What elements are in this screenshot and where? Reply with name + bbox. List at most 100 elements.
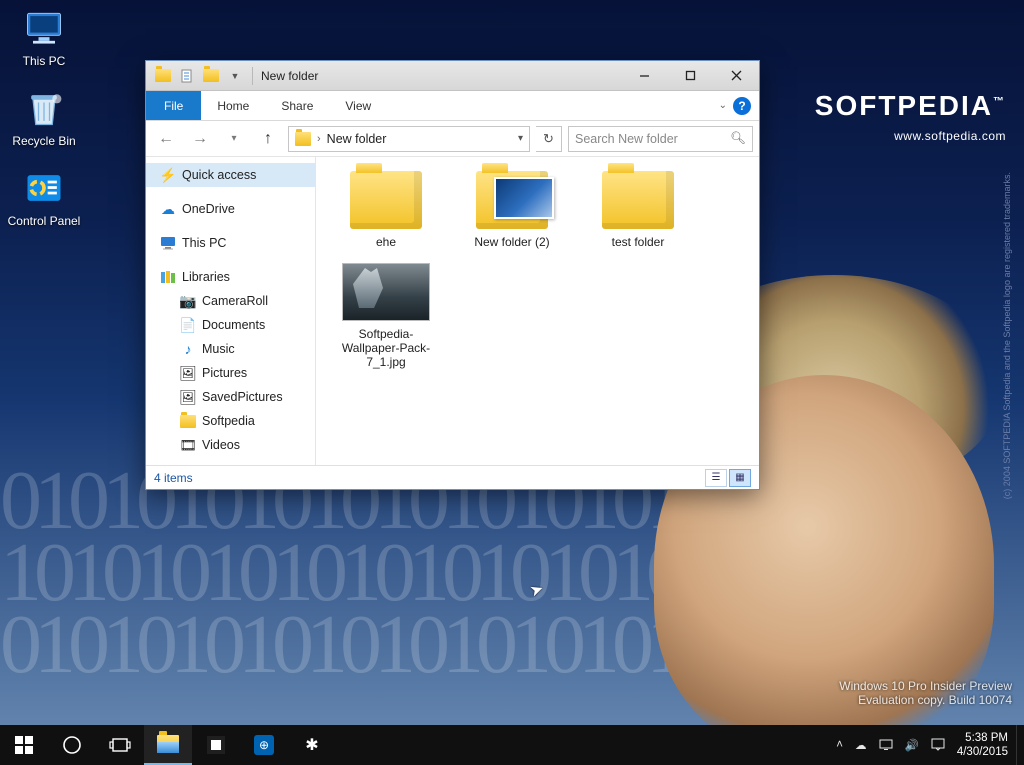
nav-onedrive[interactable]: ☁OneDrive bbox=[146, 197, 315, 221]
folder-item[interactable]: ehe bbox=[326, 167, 446, 253]
breadcrumb-path: New folder bbox=[327, 132, 387, 146]
pictures-icon: 🖼 bbox=[180, 365, 196, 381]
tray-notifications-icon[interactable] bbox=[931, 737, 945, 754]
nav-lib-cameraroll[interactable]: 📷CameraRoll bbox=[146, 289, 315, 313]
window-titlebar[interactable]: ▼ New folder bbox=[146, 61, 759, 91]
nav-lib-videos[interactable]: 🎞Videos bbox=[146, 433, 315, 457]
breadcrumb-folder-icon bbox=[295, 132, 311, 146]
tray-volume-icon[interactable]: 🔊 bbox=[905, 738, 919, 752]
nav-lib-softpedia[interactable]: Softpedia bbox=[146, 409, 315, 433]
document-icon: 📄 bbox=[180, 317, 196, 333]
item-label: test folder bbox=[582, 235, 694, 249]
camera-icon: 📷 bbox=[180, 293, 196, 309]
desktop-icon-label: Control Panel bbox=[6, 214, 82, 228]
nav-lib-savedpictures[interactable]: 🖼SavedPictures bbox=[146, 385, 315, 409]
wallpaper-brand: SOFTPEDIA™ www.softpedia.com (c) 2004 SO… bbox=[815, 92, 1006, 146]
address-bar: ← → ▾ ↑ › New folder ▾ ↻ Search New fold… bbox=[146, 121, 759, 157]
file-explorer-window: ▼ New folder File Home Share View ⌄ ? ← … bbox=[145, 60, 760, 490]
this-pc-icon bbox=[160, 235, 176, 251]
item-label: ehe bbox=[330, 235, 442, 249]
view-details-button[interactable]: ☰ bbox=[705, 469, 727, 487]
show-desktop-button[interactable] bbox=[1016, 725, 1024, 765]
qat-folder-icon[interactable] bbox=[152, 65, 174, 87]
tray-network-icon[interactable] bbox=[879, 737, 893, 754]
nav-lib-music[interactable]: ♪Music bbox=[146, 337, 315, 361]
folder-icon bbox=[180, 413, 196, 429]
qat-dropdown-icon[interactable]: ▼ bbox=[224, 65, 246, 87]
ribbon-tab-home[interactable]: Home bbox=[201, 91, 265, 120]
nav-up-button[interactable]: ↑ bbox=[254, 125, 282, 153]
ribbon-tab-view[interactable]: View bbox=[329, 91, 387, 120]
tray-onedrive-icon[interactable]: ☁ bbox=[855, 738, 867, 752]
taskbar-file-explorer[interactable] bbox=[144, 725, 192, 765]
breadcrumb-dropdown-icon[interactable]: ▾ bbox=[518, 133, 523, 144]
brand-url: www.softpedia.com bbox=[815, 127, 1006, 146]
nav-lib-documents[interactable]: 📄Documents bbox=[146, 313, 315, 337]
file-explorer-icon bbox=[157, 735, 179, 753]
file-list[interactable]: ehe New folder (2) test folder Softpedia… bbox=[316, 157, 759, 465]
desktop-icon-control-panel[interactable]: Control Panel bbox=[6, 166, 82, 228]
desktop[interactable]: 0101010101010101010101010101101010101010… bbox=[0, 0, 1024, 725]
gear-icon: ✱ bbox=[305, 735, 318, 755]
nav-forward-button[interactable]: → bbox=[186, 125, 214, 153]
globe-icon: ⊕ bbox=[254, 735, 274, 755]
window-title: New folder bbox=[253, 69, 318, 83]
desktop-icon-recycle-bin[interactable]: Recycle Bin bbox=[6, 86, 82, 148]
taskbar-store[interactable] bbox=[192, 725, 240, 765]
search-input[interactable]: Search New folder 🔍︎ bbox=[568, 126, 753, 152]
taskbar-app-blue[interactable]: ⊕ bbox=[240, 725, 288, 765]
image-item[interactable]: Softpedia-Wallpaper-Pack-7_1.jpg bbox=[326, 259, 446, 373]
cortana-search-button[interactable] bbox=[48, 725, 96, 765]
view-thumbnails-button[interactable]: ▦ bbox=[729, 469, 751, 487]
taskbar-app-settings[interactable]: ✱ bbox=[288, 725, 336, 765]
videos-icon: 🎞 bbox=[180, 437, 196, 453]
system-tray: ˄ ☁ 🔊 5:38 PM 4/30/2015 bbox=[826, 725, 1016, 765]
ribbon-expand-icon[interactable]: ⌄ bbox=[719, 100, 727, 111]
ribbon-tab-share[interactable]: Share bbox=[265, 91, 329, 120]
folder-item[interactable]: test folder bbox=[578, 167, 698, 253]
brand-copyright: (c) 2004 SOFTPEDIA Softpedia and the Sof… bbox=[1002, 172, 1012, 499]
recycle-bin-icon bbox=[22, 86, 66, 130]
this-pc-icon bbox=[22, 6, 66, 50]
nav-libraries[interactable]: Libraries bbox=[146, 265, 315, 289]
item-label: New folder (2) bbox=[456, 235, 568, 249]
qat-properties-icon[interactable] bbox=[176, 65, 198, 87]
desktop-icon-this-pc[interactable]: This PC bbox=[6, 6, 82, 68]
nav-history-dropdown[interactable]: ▾ bbox=[220, 125, 248, 153]
music-icon: ♪ bbox=[180, 341, 196, 357]
help-button[interactable]: ? bbox=[733, 97, 751, 115]
breadcrumb[interactable]: › New folder ▾ bbox=[288, 126, 530, 152]
folder-preview-icon bbox=[476, 171, 548, 229]
ribbon-file-tab[interactable]: File bbox=[146, 91, 201, 120]
image-thumbnail-icon bbox=[342, 263, 430, 321]
maximize-button[interactable] bbox=[667, 61, 713, 91]
start-button[interactable] bbox=[0, 725, 48, 765]
status-text: 4 items bbox=[154, 471, 193, 485]
desktop-icons: This PC Recycle Bin Control Panel bbox=[6, 6, 96, 246]
search-icon: 🔍︎ bbox=[730, 131, 746, 146]
nav-this-pc[interactable]: This PC bbox=[146, 231, 315, 255]
qat-new-folder-icon[interactable] bbox=[200, 65, 222, 87]
nav-lib-pictures[interactable]: 🖼Pictures bbox=[146, 361, 315, 385]
quick-access-icon: ⚡ bbox=[160, 167, 176, 183]
status-bar: 4 items ☰ ▦ bbox=[146, 465, 759, 489]
task-view-button[interactable] bbox=[96, 725, 144, 765]
brand-logo: SOFTPEDIA™ bbox=[815, 92, 1006, 121]
onedrive-icon: ☁ bbox=[160, 201, 176, 217]
minimize-button[interactable] bbox=[621, 61, 667, 91]
folder-icon bbox=[602, 171, 674, 229]
nav-quick-access[interactable]: ⚡Quick access bbox=[146, 163, 315, 187]
libraries-icon bbox=[160, 269, 176, 285]
folder-item[interactable]: New folder (2) bbox=[452, 167, 572, 253]
taskbar-clock[interactable]: 5:38 PM 4/30/2015 bbox=[957, 731, 1012, 759]
tray-overflow-icon[interactable]: ˄ bbox=[836, 739, 843, 751]
pictures-icon: 🖼 bbox=[180, 389, 196, 405]
item-label: Softpedia-Wallpaper-Pack-7_1.jpg bbox=[330, 327, 442, 369]
navigation-pane: ⚡Quick access ☁OneDrive This PC Librarie… bbox=[146, 157, 316, 465]
nav-back-button[interactable]: ← bbox=[152, 125, 180, 153]
refresh-button[interactable]: ↻ bbox=[536, 126, 562, 152]
folder-icon bbox=[350, 171, 422, 229]
ribbon-tabs: File Home Share View ⌄ ? bbox=[146, 91, 759, 121]
store-icon bbox=[207, 736, 225, 754]
close-button[interactable] bbox=[713, 61, 759, 91]
